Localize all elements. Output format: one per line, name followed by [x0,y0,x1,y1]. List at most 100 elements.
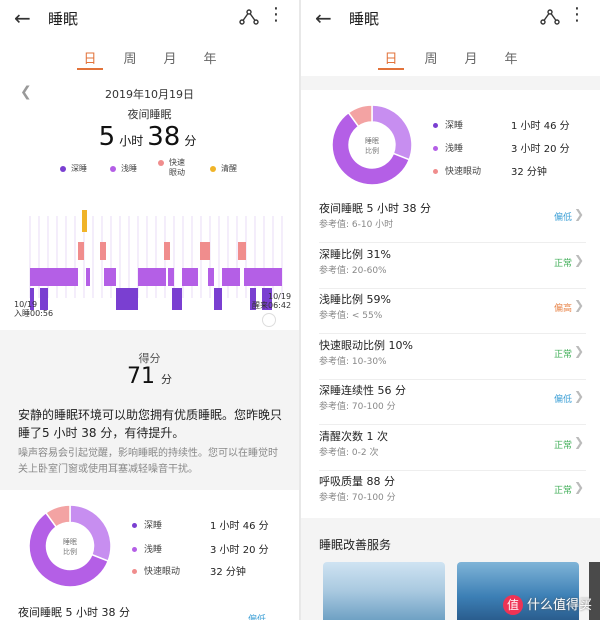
more-vertical-icon[interactable]: ⋮ [568,6,586,24]
watermark-badge: 值 [502,595,523,615]
date-label: 2019年10月19日 [105,88,194,101]
metric-reference: 参考值: 20-60% [319,265,387,276]
legend-dot [210,165,216,172]
metric-row[interactable]: 浅睡比例 59% 参考值: < 55% 偏高 ❯ [301,289,600,334]
legend-dot [132,569,137,574]
legend-light: 浅睡 [110,163,137,174]
sleep-ratio-donut: 睡眠比例 [28,504,112,588]
metric-status: 偏低 [553,395,572,405]
sleep-stage-segment [30,268,34,286]
duration-minutes: 38 [147,122,181,152]
night-sleep-label: 夜间睡眠 [127,108,172,121]
metric-status: 正常 [553,349,572,360]
sleep-stage-segment [168,268,174,286]
sleep-stage-segment [104,268,116,286]
duration-hours-unit: 小时 [119,134,144,148]
metric-night-sleep-status: 偏低 [248,615,267,620]
period-tabs: 日 周 月 年 [0,36,299,76]
metric-title: 深睡比例 31% [319,247,391,261]
back-icon[interactable]: ← [14,6,31,30]
metric-row[interactable]: 深睡连续性 56 分参考值: 70-100 分 偏低 ❯ [301,380,600,425]
sleep-stage-segment [276,268,282,286]
sleep-stage-segment [86,268,90,286]
advice-detail: 噪声容易会引起觉醒，影响睡眠的持续性。您可以在睡觉时关上卧室门窗或使用耳塞减轻噪… [18,448,278,475]
metric-row[interactable]: 清醒次数 1 次参考值: 0-2 次 正常 ❯ [301,426,600,471]
sleep-stage-segment [116,288,138,310]
metric-title: 呼吸质量 88 分 [319,475,395,488]
metric-status: 偏低 [553,213,572,223]
sleep-start-label: 10/19 入睡00:56 [14,300,54,318]
sleep-stage-segment [200,242,210,260]
sleep-stage-segment [238,242,246,260]
metric-title: 深睡连续性 56 分 [319,384,406,397]
chart-scroll-handle[interactable] [262,313,276,327]
metric-reference: 参考值: 70-100 分 [319,493,396,503]
tab-year[interactable]: 年 [198,48,222,67]
ratio-label: 浅睡 [144,545,163,555]
metric-row[interactable]: 快速眼动比例 10% 参考值: 10-30% 正常 ❯ [301,335,600,380]
ratio-value-deep: 1 小时 46 分 [511,121,570,132]
ratio-label: 快速眼动 [445,167,482,177]
metric-reference: 参考值: < 55% [319,311,383,321]
sleep-stage-segment [256,268,278,286]
legend-deep: 深睡 [60,163,87,174]
ratio-label: 浅睡 [445,144,464,154]
right-panel: ← 睡眠 ⋮ 日 周 月 年 睡眠 比例 深睡 1 小时 46 分 浅睡 3 小时… [301,0,600,620]
donut-center-label: 比例 [365,146,379,155]
service-section-title: 睡眠改善服务 [319,538,392,552]
legend-label: 清醒 [221,164,237,173]
metric-title: 浅睡比例 59% [319,293,391,306]
metric-row[interactable]: 深睡比例 31% 参考值: 20-60% 正常 ❯ [301,244,600,289]
metric-night-sleep-title[interactable]: 夜间睡眠 5 小时 38 分 [18,604,130,620]
legend-dot [60,165,66,172]
tab-day[interactable]: 日 [379,48,403,67]
sleep-stage-segment [82,210,87,232]
ratio-legend-rem: 快速眼动 [433,164,481,177]
tab-year[interactable]: 年 [499,48,523,67]
tab-month[interactable]: 月 [459,48,483,67]
period-tabs: 日 周 月 年 [301,36,600,76]
legend-dot [132,523,137,528]
sleep-stage-segment [70,268,78,286]
tab-week[interactable]: 周 [118,48,142,67]
score-unit: 分 [161,373,172,386]
ratio-legend-light: 浅睡 [132,542,162,555]
share-icon[interactable] [540,8,560,26]
ratio-legend-rem: 快速眼动 [132,564,180,577]
chevron-right-icon: ❯ [573,207,584,221]
metric-row[interactable]: 夜间睡眠 5 小时 38 分参考值: 6-10 小时 偏低 ❯ [301,198,600,243]
tab-indicator [378,68,404,70]
tab-month[interactable]: 月 [158,48,182,67]
service-image-fog[interactable] [323,562,445,620]
duration-hours: 5 [98,122,116,152]
chevron-right-icon: ❯ [573,480,584,494]
metric-reference: 参考值: 70-100 分 [319,402,396,412]
metric-status: 正常 [553,440,572,451]
share-icon[interactable] [239,8,259,26]
more-vertical-icon[interactable]: ⋮ [267,6,285,24]
sleep-stage-segment [214,288,222,310]
page-title: 睡眠 [48,10,79,28]
metric-row[interactable]: 呼吸质量 88 分参考值: 70-100 分 正常 ❯ [301,471,600,516]
tab-day[interactable]: 日 [78,48,102,67]
metric-reference: 参考值: 10-30% [319,356,387,367]
sleep-stage-segment [78,242,84,260]
metric-reference: 参考值: 6-10 小时 [319,220,394,230]
legend-dot [433,169,438,174]
metric-title: 夜间睡眠 5 小时 38 分 [319,202,431,215]
tab-week[interactable]: 周 [419,48,443,67]
ratio-value-light: 3 小时 20 分 [210,545,269,556]
ratio-label: 深睡 [144,521,163,531]
legend-dot [110,165,116,172]
ratio-value-rem: 32 分钟 [210,567,246,578]
ratio-label: 快速眼动 [144,567,181,577]
sleep-stage-segment [138,268,166,286]
back-icon[interactable]: ← [315,6,332,30]
left-panel: ← 睡眠 ⋮ 日 周 月 年 ❮ 2019年10月19日 夜间睡眠 5 小时 38 分… [0,0,299,620]
sleep-stage-segment [208,268,214,286]
legend-awake: 清醒 [210,163,237,174]
sleep-stage-segment [164,242,170,260]
metric-status: 正常 [553,486,572,496]
app-bar: ← 睡眠 ⋮ [0,0,299,36]
legend-label: 深睡 [71,164,87,173]
